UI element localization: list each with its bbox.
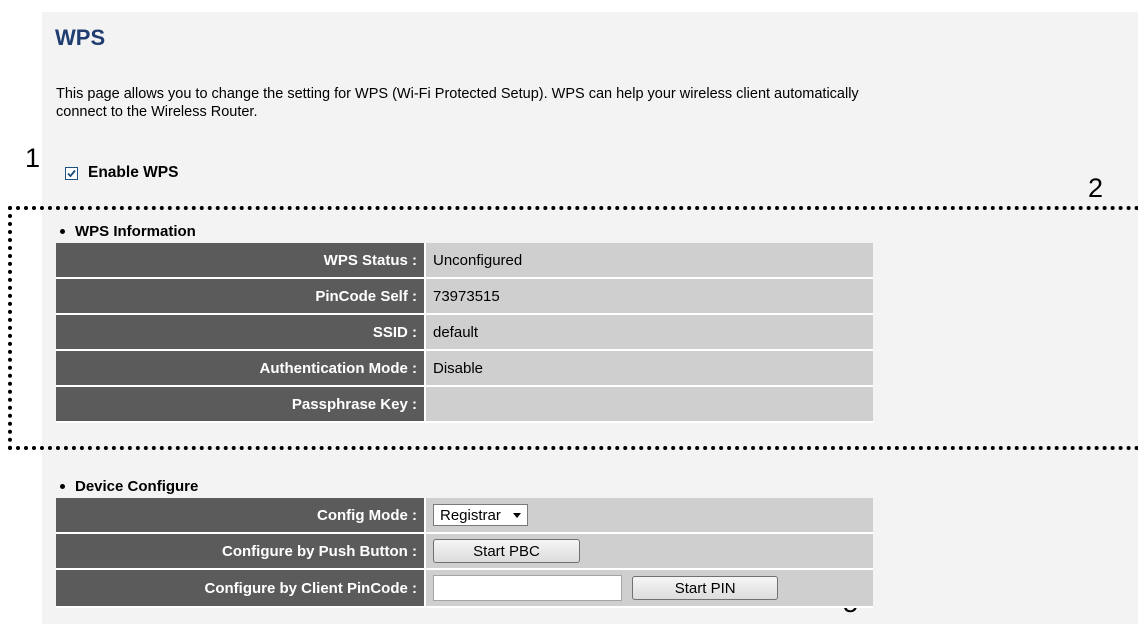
ssid-value: default [426,315,873,351]
table-row: Passphrase Key : [56,387,873,423]
ssid-label: SSID : [56,315,426,351]
passphrase-key-label: Passphrase Key : [56,387,426,423]
config-mode-label: Config Mode : [56,498,426,534]
device-configure-table: Config Mode : Registrar Configure by Pus… [56,498,873,608]
chevron-down-icon [513,512,521,518]
pincode-self-label: PinCode Self : [56,279,426,315]
enable-wps-label: Enable WPS [88,164,179,181]
client-pincode-input[interactable] [433,575,622,601]
checkmark-icon [67,169,76,177]
enable-wps-checkbox[interactable] [65,166,78,180]
page-description: This page allows you to change the setti… [56,85,1138,121]
wps-status-value: Unconfigured [426,243,873,279]
description-line-1: This page allows you to change the setti… [56,86,859,102]
wps-information-heading-text: WPS Information [75,223,196,240]
bullet-icon [60,484,65,489]
table-row: WPS Status : Unconfigured [56,243,873,279]
start-pin-button[interactable]: Start PIN [632,576,779,600]
table-row: Authentication Mode : Disable [56,351,873,387]
table-row: SSID : default [56,315,873,351]
authentication-mode-value: Disable [426,351,873,387]
wps-information-table: WPS Status : Unconfigured PinCode Self :… [56,243,873,423]
push-button-cell: Start PBC [426,534,873,570]
table-row: Config Mode : Registrar [56,498,873,534]
callout-2: 2 [1088,173,1104,203]
device-configure-heading: Device Configure [60,478,198,495]
client-pincode-label: Configure by Client PinCode : [56,570,426,608]
passphrase-key-value [426,387,873,423]
page-title: WPS [55,25,106,50]
pincode-self-value: 73973515 [426,279,873,315]
table-row: Configure by Client PinCode : Start PIN [56,570,873,608]
config-mode-select[interactable]: Registrar [433,504,528,526]
device-configure-heading-text: Device Configure [75,478,199,495]
start-pbc-button[interactable]: Start PBC [433,539,580,563]
wps-status-label: WPS Status : [56,243,426,279]
wps-page: WPS This page allows you to change the s… [0,0,1138,624]
bullet-icon [60,229,65,234]
client-pincode-cell: Start PIN [426,570,873,608]
table-row: Configure by Push Button : Start PBC [56,534,873,570]
enable-wps-row: Enable WPS [65,164,178,182]
table-row: PinCode Self : 73973515 [56,279,873,315]
config-mode-selected-value: Registrar [440,506,501,524]
wps-information-heading: WPS Information [60,223,196,240]
authentication-mode-label: Authentication Mode : [56,351,426,387]
callout-1: 1 [25,143,41,173]
config-mode-cell: Registrar [426,498,873,534]
description-line-2: connect to the Wireless Router. [56,104,258,120]
push-button-label: Configure by Push Button : [56,534,426,570]
